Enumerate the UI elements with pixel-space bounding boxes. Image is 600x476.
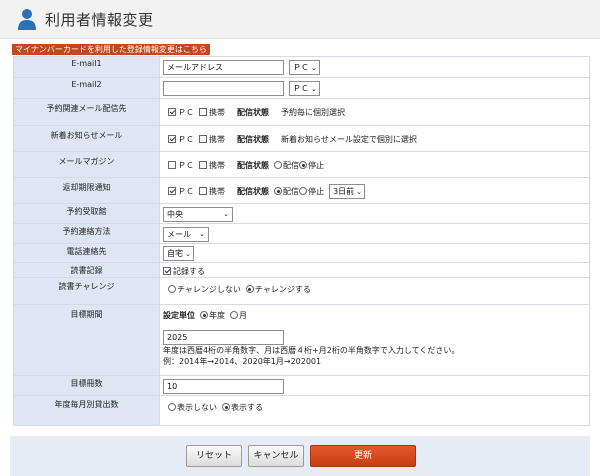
goal-unit-month-radio[interactable] [230,311,238,319]
monthly-hide-radio[interactable] [168,403,176,411]
email2-input[interactable] [163,81,284,96]
cancel-button[interactable]: キャンセル [248,445,304,467]
news-mail-status-text: 新着お知らせメール設定で個別に選択 [281,134,417,144]
email2-label: E-mail2 [13,77,160,99]
chevron-down-icon: ⌄ [223,209,229,218]
challenge-no-radio[interactable] [168,285,176,293]
user-icon [18,9,36,30]
contact-method-label: 予約連絡方法 [13,223,160,244]
page-header: 利用者情報変更 [0,0,600,39]
reserve-mail-status-text: 予約毎に個別選択 [281,107,345,117]
pickup-library-select[interactable]: 中央 ⌄ [163,206,233,222]
reserve-mail-label: 予約関連メール配信先 [13,98,160,126]
reset-button[interactable]: リセット [186,445,242,467]
challenge-label: 読書チャレンジ [13,277,160,305]
email2-device-select[interactable]: ＰＣ ⌄ [289,81,320,96]
email1-device-select[interactable]: ＰＣ ⌄ [289,60,320,75]
goal-period-label: 目標期間 [13,304,160,376]
user-info-form: E-mail1 メールアドレス ＰＣ ⌄ E-mail2 ＰＣ ⌄ 予約関連メール配… [13,56,590,426]
contact-method-select[interactable]: メール ⌄ [163,226,209,242]
due-notice-label: 返却期限通知 [13,177,160,204]
goal-period-note: 年度は西暦4桁の半角数字、月は西暦４桁+月2桁の半角数字で入力してください。 [163,346,460,355]
email1-label: E-mail1 [13,56,160,78]
magazine-stop-radio[interactable] [299,161,307,169]
page-title: 利用者情報変更 [45,11,154,29]
magazine-mobile-checkbox[interactable] [199,161,207,169]
due-notice-stop-radio[interactable] [299,187,307,195]
reading-record-checkbox[interactable] [163,267,171,275]
magazine-send-radio[interactable] [274,161,282,169]
reading-record-label: 読書記録 [13,262,160,278]
chevron-down-icon: ⌄ [356,187,362,196]
phone-contact-label: 電話連絡先 [13,243,160,263]
chevron-down-icon: ⌄ [311,85,317,93]
due-notice-pc-checkbox[interactable] [168,187,176,195]
goal-period-input[interactable]: 2025 [163,330,284,345]
email1-input[interactable]: メールアドレス [163,60,284,75]
goal-count-input[interactable]: 10 [163,378,284,394]
magazine-pc-checkbox[interactable] [168,161,176,169]
due-notice-days-select[interactable]: 3日前 ⌄ [329,183,365,199]
due-notice-send-radio[interactable] [274,187,282,195]
goal-unit-year-radio[interactable] [200,311,208,319]
phone-contact-select[interactable]: 自宅 ⌄ [163,246,194,261]
magazine-label: メールマガジン [13,151,160,178]
mynumber-card-link[interactable]: マイナンバーカードを利用した登録情報変更はこちら [12,44,210,55]
goal-count-label: 目標冊数 [13,375,160,396]
chevron-down-icon: ⌄ [311,64,317,72]
pickup-library-label: 予約受取館 [13,203,160,224]
due-notice-mobile-checkbox[interactable] [199,187,207,195]
reserve-mail-pc-checkbox[interactable] [168,108,176,116]
news-mail-pc-checkbox[interactable] [168,135,176,143]
chevron-down-icon: ⌄ [185,250,191,258]
chevron-down-icon: ⌄ [199,229,205,238]
news-mail-mobile-checkbox[interactable] [199,135,207,143]
monthly-show-radio[interactable] [222,403,230,411]
challenge-yes-radio[interactable] [245,285,254,293]
goal-period-example: 例：2014年→2014、2020年1月→202001 [163,357,322,366]
reserve-mail-mobile-checkbox[interactable] [199,108,207,116]
news-mail-label: 新着お知らせメール [13,125,160,152]
monthly-show-label: 年度毎月別貸出数 [13,395,160,426]
update-button[interactable]: 更新 [310,445,416,467]
